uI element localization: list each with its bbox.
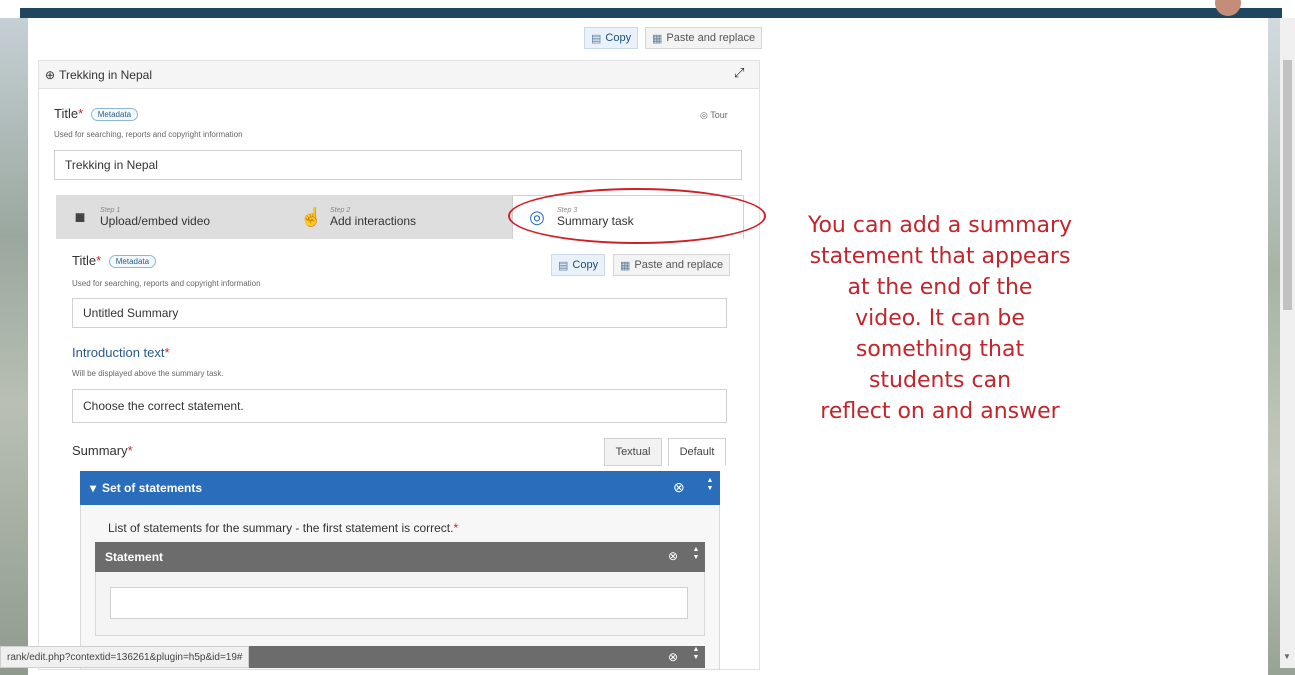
introduction-text-input[interactable]: Choose the correct statement. (72, 389, 727, 423)
set-of-statements-header[interactable]: ▾ Set of statements (80, 471, 720, 505)
statement-label: Statement (105, 550, 164, 564)
clipboard-icon: ▤ (591, 32, 602, 45)
reorder-statement-icon[interactable]: ▲ ▼ (690, 546, 702, 562)
introduction-text-label: Introduction text (72, 345, 165, 360)
tab-step-2-number: Step 2 (330, 206, 351, 214)
remove-set-icon[interactable]: ⊗ (673, 479, 685, 496)
video-camera-icon: ■ (74, 206, 86, 227)
content-header-title: Trekking in Nepal (59, 67, 152, 82)
required-marker: * (96, 253, 102, 268)
tab-step-2-label: Add interactions (330, 213, 417, 228)
title-label: Title (54, 106, 79, 121)
summary-metadata-button[interactable]: Metadata (108, 255, 157, 269)
scrollbar-thumb[interactable] (1283, 60, 1292, 310)
paste-icon: ▦ (652, 32, 663, 45)
tour-icon: ◎ (700, 110, 708, 120)
content-type-icon: ⊕ (45, 67, 56, 82)
summary-title-label-row: Title* Metadata (72, 253, 157, 269)
collapse-arrow-icon: ▾ (90, 481, 97, 495)
summary-title-description: Used for searching, reports and copyrigh… (72, 279, 261, 288)
title-description: Used for searching, reports and copyrigh… (54, 130, 243, 139)
statement-input[interactable] (110, 587, 688, 619)
summary-title-input[interactable]: Untitled Summary (72, 298, 727, 328)
summary-title-input-value: Untitled Summary (83, 306, 179, 320)
title-input[interactable]: Trekking in Nepal (54, 150, 742, 180)
required-marker: * (127, 443, 133, 458)
title-label-row: Title* Metadata (54, 106, 139, 122)
title-input-value: Trekking in Nepal (65, 158, 158, 172)
annotation-ellipse (508, 188, 766, 244)
tab-step-1-number: Step 1 (100, 206, 121, 214)
hand-pointer-icon: ☝ (300, 206, 323, 227)
tab-step-2[interactable]: ☝ Step 2 Add interactions (286, 195, 512, 239)
required-marker: * (164, 345, 170, 360)
clipboard-icon: ▤ (558, 259, 569, 272)
tab-step-1-label: Upload/embed video (100, 213, 211, 228)
summary-paste-label: Paste and replace (634, 259, 724, 271)
summary-paste-and-replace-button[interactable]: ▦ Paste and replace (613, 254, 731, 276)
copy-button[interactable]: ▤ Copy (584, 27, 639, 49)
reorder-statement-2-icon[interactable]: ▲ ▼ (690, 646, 702, 662)
tab-textual[interactable]: Textual (604, 438, 662, 466)
introduction-text-label-row: Introduction text* (72, 345, 170, 360)
content-header[interactable]: ⊕ Trekking in Nepal (39, 61, 759, 89)
metadata-button[interactable]: Metadata (90, 108, 139, 122)
set-of-statements-label: Set of statements (102, 481, 203, 495)
remove-statement-2-icon[interactable]: ⊗ (668, 650, 678, 664)
required-marker: * (78, 106, 84, 121)
summary-title-label: Title (72, 253, 97, 268)
tour-link[interactable]: ◎ Tour (700, 110, 728, 121)
copy-button-label: Copy (605, 32, 632, 44)
summary-copy-button[interactable]: ▤ Copy (551, 254, 606, 276)
statement-header[interactable]: Statement (95, 542, 705, 572)
required-marker: * (453, 521, 459, 535)
top-navigation-bar (20, 8, 1282, 18)
expand-icon[interactable]: ⤢ (734, 65, 744, 81)
introduction-text-value: Choose the correct statement. (83, 399, 244, 413)
remove-statement-icon[interactable]: ⊗ (668, 549, 678, 563)
summary-label-row: Summary* (72, 443, 133, 458)
paste-and-replace-button[interactable]: ▦ Paste and replace (645, 27, 763, 49)
status-bar-url: rank/edit.php?contextid=136261&plugin=h5… (0, 646, 250, 668)
tab-default[interactable]: Default (668, 438, 726, 466)
tab-step-1[interactable]: ■ Step 1 Upload/embed video (56, 195, 286, 239)
scroll-down-icon[interactable]: ▼ (1283, 652, 1291, 661)
paste-icon: ▦ (620, 259, 631, 272)
annotation-text: You can add a summary statement that app… (807, 213, 1073, 424)
statement-list-label: List of statements for the summary - the… (108, 521, 454, 535)
paste-button-label: Paste and replace (666, 32, 756, 44)
reorder-set-icon[interactable]: ▲ ▼ (704, 477, 716, 493)
introduction-text-description: Will be displayed above the summary task… (72, 369, 224, 378)
statement-list-label-row: List of statements for the summary - the… (108, 521, 458, 535)
summary-label: Summary (72, 443, 128, 458)
background-left (0, 0, 28, 675)
tour-label: Tour (710, 110, 728, 120)
summary-copy-label: Copy (572, 259, 599, 271)
